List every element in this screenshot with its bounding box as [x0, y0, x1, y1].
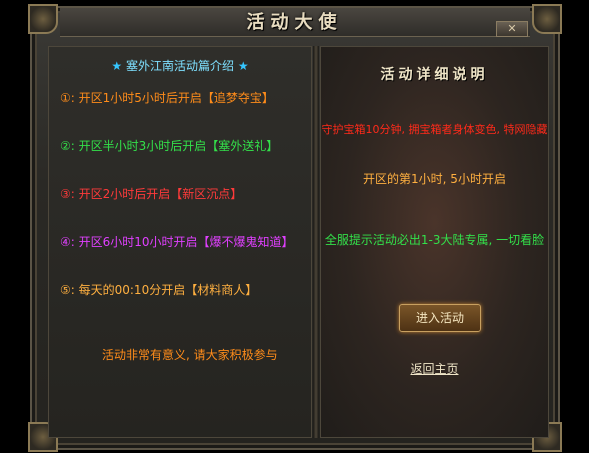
star-icon: ★ — [111, 59, 123, 73]
activity-item-3[interactable]: ③: 开区2小时后开启【新区沉点】 — [60, 185, 242, 202]
activity-footer-note: 活动非常有意义, 请大家积极参与 — [102, 348, 278, 362]
activity-list-title: 塞外江南活动篇介绍 — [125, 59, 234, 73]
close-icon: ✕ — [507, 22, 517, 35]
detail-desc-3: 全服提示活动必出1-3大陆专属, 一切看脸 — [324, 233, 545, 247]
activity-item-2[interactable]: ②: 开区半小时3小时后开启【塞外送礼】 — [60, 137, 278, 154]
activity-item-1[interactable]: ①: 开区1小时5小时后开启【追梦夺宝】 — [60, 89, 274, 106]
activity-list-header: ★ 塞外江南活动篇介绍 ★ — [48, 57, 312, 74]
enter-activity-button[interactable]: 进入活动 — [399, 304, 481, 332]
detail-title: 活动详细说明 — [380, 67, 489, 83]
star-icon: ★ — [237, 59, 249, 73]
panel-divider — [313, 46, 319, 438]
back-home-link[interactable]: 返回主页 — [320, 360, 549, 377]
close-button[interactable]: ✕ — [496, 21, 528, 37]
activity-item-5[interactable]: ⑤: 每天的00:10分开启【材料商人】 — [60, 281, 257, 298]
activity-item-4[interactable]: ④: 开区6小时10小时开启【爆不爆鬼知道】 — [60, 233, 294, 250]
detail-desc-2: 开区的第1小时, 5小时开启 — [363, 172, 506, 186]
detail-desc-1: 守护宝箱10分钟, 拥宝箱者身体变色, 特网隐藏 — [321, 123, 548, 136]
